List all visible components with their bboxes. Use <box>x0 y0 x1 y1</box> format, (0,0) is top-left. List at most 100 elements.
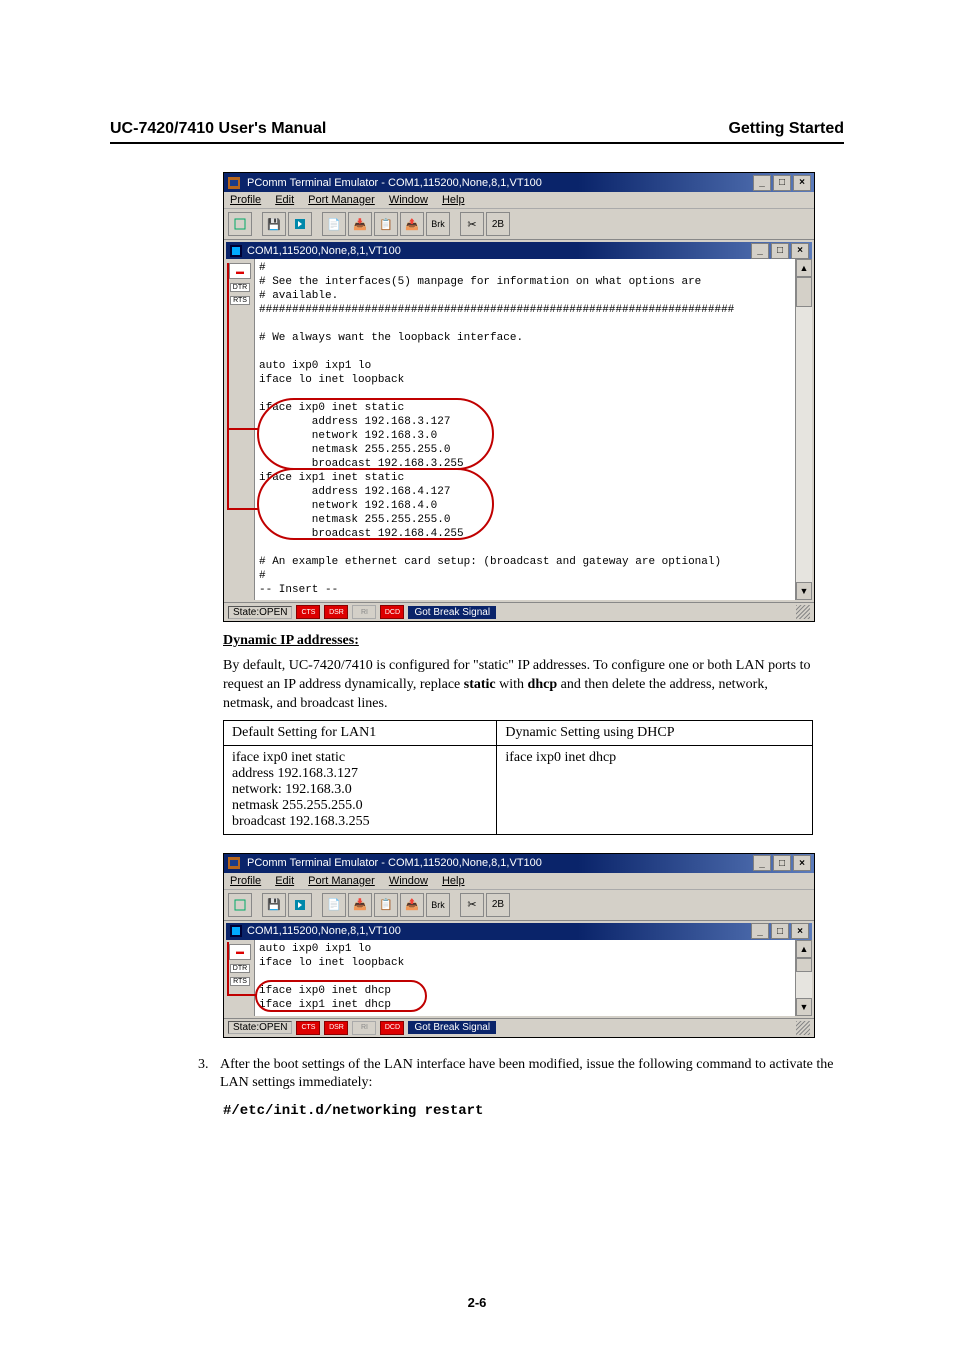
child-minimize-button[interactable]: _ <box>751 243 769 259</box>
scroll-up-arrow[interactable]: ▲ <box>796 259 812 277</box>
menu-profile[interactable]: Profile <box>230 194 261 206</box>
toolbar-btn-2b[interactable]: 2B <box>486 893 510 917</box>
menu-edit[interactable]: Edit <box>275 875 294 887</box>
table-header-2: Dynamic Setting using DHCP <box>497 720 813 745</box>
app-icon <box>227 176 241 190</box>
status-led-dsr: DSR <box>324 1021 348 1035</box>
menu-window[interactable]: Window <box>389 875 428 887</box>
toolbar-btn-1[interactable] <box>228 893 252 917</box>
status-led-ri: RI <box>352 1021 376 1035</box>
toolbar-btn-save[interactable]: 💾 <box>262 893 286 917</box>
status-led-cts: CTS <box>296 605 320 619</box>
scroll-thumb[interactable] <box>796 958 812 972</box>
menu-window[interactable]: Window <box>389 194 428 206</box>
status-led-dsr: DSR <box>324 605 348 619</box>
child-maximize-button[interactable]: □ <box>771 243 789 259</box>
toolbar-btn-7[interactable]: 📤 <box>400 893 424 917</box>
menu-help[interactable]: Help <box>442 875 465 887</box>
toolbar-btn-3[interactable] <box>288 893 312 917</box>
toolbar-btn-7[interactable]: 📤 <box>400 212 424 236</box>
header-left: UC-7420/7410 User's Manual <box>110 120 326 138</box>
status-led-cts: CTS <box>296 1021 320 1035</box>
close-button[interactable]: × <box>793 175 811 191</box>
toolbar-btn-5[interactable]: 📥 <box>348 212 372 236</box>
table-cell-default: iface ixp0 inet staticaddress 192.168.3.… <box>224 745 497 834</box>
app-icon <box>227 856 241 870</box>
menu-portmanager[interactable]: Port Manager <box>308 194 375 206</box>
header-right: Getting Started <box>728 120 844 138</box>
minimize-button[interactable]: _ <box>753 855 771 871</box>
toolbar-btn-6[interactable]: 📋 <box>374 212 398 236</box>
child-window-icon <box>229 244 243 258</box>
window-title: PComm Terminal Emulator - COM1,115200,No… <box>245 857 749 869</box>
toolbar-btn-1[interactable] <box>228 212 252 236</box>
toolbar-btn-brk[interactable]: Brk <box>426 212 450 236</box>
resize-grip[interactable] <box>796 1021 810 1035</box>
gutter-label-rts: RTS <box>230 977 250 986</box>
section-title: Dynamic IP addresses: <box>223 633 359 648</box>
toolbar-btn-6[interactable]: 📋 <box>374 893 398 917</box>
gutter-label-dtr: DTR <box>230 283 250 292</box>
toolbar-btn-2b[interactable]: 2B <box>486 212 510 236</box>
maximize-button[interactable]: □ <box>773 855 791 871</box>
status-state: State:OPEN <box>228 606 292 619</box>
status-state: State:OPEN <box>228 1021 292 1034</box>
led-indicator: ▬ <box>229 944 251 960</box>
toolbar-btn-3[interactable] <box>288 212 312 236</box>
command-line: #/etc/init.d/networking restart <box>223 1103 844 1119</box>
side-gutter: ▬ DTR RTS <box>226 259 255 600</box>
gutter-label-dtr: DTR <box>230 964 250 973</box>
menu-profile[interactable]: Profile <box>230 875 261 887</box>
step-3: 3.After the boot settings of the LAN int… <box>220 1056 844 1094</box>
close-button[interactable]: × <box>793 855 811 871</box>
toolbar-btn-8[interactable]: ✂ <box>460 893 484 917</box>
scroll-down-arrow[interactable]: ▼ <box>796 582 812 600</box>
led-indicator: ▬ <box>229 263 251 279</box>
menubar: Profile Edit Port Manager Window Help <box>224 192 814 209</box>
menu-help[interactable]: Help <box>442 194 465 206</box>
status-message: Got Break Signal <box>408 1021 496 1034</box>
comparison-table: Default Setting for LAN1 Dynamic Setting… <box>223 720 813 835</box>
screenshot-1: PComm Terminal Emulator - COM1,115200,No… <box>223 172 815 622</box>
menu-edit[interactable]: Edit <box>275 194 294 206</box>
status-message: Got Break Signal <box>408 606 496 619</box>
minimize-button[interactable]: _ <box>753 175 771 191</box>
status-led-ri: RI <box>352 605 376 619</box>
scroll-up-arrow[interactable]: ▲ <box>796 940 812 958</box>
table-header-1: Default Setting for LAN1 <box>224 720 497 745</box>
window-title: PComm Terminal Emulator - COM1,115200,No… <box>245 177 749 189</box>
toolbar-btn-4[interactable]: 📄 <box>322 893 346 917</box>
child-maximize-button[interactable]: □ <box>771 923 789 939</box>
child-close-button[interactable]: × <box>791 923 809 939</box>
step-number: 3. <box>198 1056 220 1075</box>
vertical-scrollbar[interactable]: ▲ ▼ <box>795 940 812 1016</box>
toolbar-btn-5[interactable]: 📥 <box>348 893 372 917</box>
child-minimize-button[interactable]: _ <box>751 923 769 939</box>
toolbar: 💾 📄 📥 📋 📤 Brk ✂ 2B <box>224 209 814 240</box>
child-close-button[interactable]: × <box>791 243 809 259</box>
table-cell-dhcp: iface ixp0 inet dhcp <box>497 745 813 834</box>
resize-grip[interactable] <box>796 605 810 619</box>
terminal-output: auto ixp0 ixp1 lo iface lo inet loopback… <box>255 940 795 1016</box>
menubar: Profile Edit Port Manager Window Help <box>224 873 814 890</box>
toolbar-btn-8[interactable]: ✂ <box>460 212 484 236</box>
toolbar: 💾 📄 📥 📋 📤 Brk ✂ 2B <box>224 890 814 921</box>
maximize-button[interactable]: □ <box>773 175 791 191</box>
status-led-dcd: DCD <box>380 1021 404 1035</box>
vertical-scrollbar[interactable]: ▲ ▼ <box>795 259 812 600</box>
toolbar-btn-brk[interactable]: Brk <box>426 893 450 917</box>
gutter-label-rts: RTS <box>230 296 250 305</box>
child-window-title: COM1,115200,None,8,1,VT100 <box>247 925 747 937</box>
child-window-icon <box>229 924 243 938</box>
toolbar-btn-save[interactable]: 💾 <box>262 212 286 236</box>
toolbar-btn-4[interactable]: 📄 <box>322 212 346 236</box>
terminal-output: # # See the interfaces(5) manpage for in… <box>255 259 795 600</box>
page-number: 2-6 <box>0 1295 954 1310</box>
screenshot-2: PComm Terminal Emulator - COM1,115200,No… <box>223 853 815 1038</box>
scroll-thumb[interactable] <box>796 277 812 307</box>
menu-portmanager[interactable]: Port Manager <box>308 875 375 887</box>
section-paragraph: By default, UC-7420/7410 is configured f… <box>223 657 813 714</box>
scroll-down-arrow[interactable]: ▼ <box>796 998 812 1016</box>
status-led-dcd: DCD <box>380 605 404 619</box>
side-gutter: ▬ DTR RTS <box>226 940 255 1016</box>
